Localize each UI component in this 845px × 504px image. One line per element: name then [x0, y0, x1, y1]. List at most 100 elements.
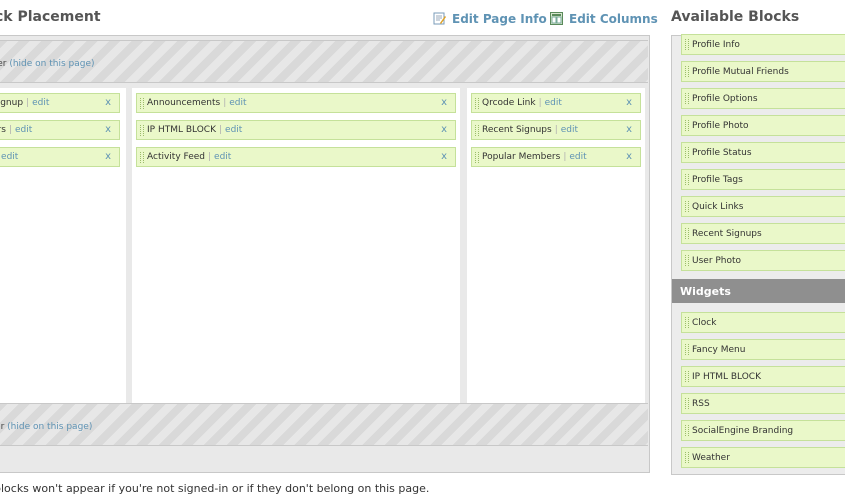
- available-block-user-photo[interactable]: User Photo: [681, 250, 845, 271]
- block-activity-feed[interactable]: Activity Feed | edit x: [136, 147, 456, 167]
- right-column: Qrcode Link | edit x Recent Signups | edit x…: [467, 88, 645, 431]
- help-note: blocks won't appear if you're not signed…: [0, 482, 430, 495]
- available-block-label: Recent Signups: [692, 229, 762, 239]
- block-remove-button[interactable]: x: [626, 97, 632, 108]
- available-block-socialengine-branding[interactable]: SocialEngine Branding: [681, 420, 845, 441]
- block-ip-html[interactable]: IP HTML BLOCK | edit x: [136, 120, 456, 140]
- block-edit-link[interactable]: edit: [225, 125, 242, 135]
- footer-hide-link[interactable]: (hide on this page): [7, 422, 92, 432]
- block-remove-button[interactable]: x: [441, 124, 447, 135]
- block-name: Activity Feed: [147, 152, 205, 162]
- drag-handle[interactable]: [685, 371, 689, 382]
- block-edit-link[interactable]: edit: [229, 98, 246, 108]
- page-title: ck Placement: [0, 9, 101, 25]
- available-block-clock[interactable]: Clock: [681, 312, 845, 333]
- drag-handle[interactable]: [685, 66, 689, 77]
- drag-handle[interactable]: [685, 174, 689, 185]
- header-hide-link[interactable]: (hide on this page): [9, 59, 94, 69]
- available-block-label: Profile Info: [692, 40, 740, 50]
- available-blocks-title: Available Blocks: [671, 9, 800, 25]
- available-block-profile-tags[interactable]: Profile Tags: [681, 169, 845, 190]
- footer-band-label: oter (hide on this page): [0, 422, 92, 432]
- block-name: Recent Signups: [482, 125, 552, 135]
- block-qrcode-link[interactable]: Qrcode Link | edit x: [471, 93, 641, 113]
- drag-handle[interactable]: [685, 228, 689, 239]
- drag-handle[interactable]: [685, 39, 689, 50]
- available-block-label: Profile Status: [692, 148, 752, 158]
- block-remove-button[interactable]: x: [105, 124, 111, 135]
- block-remove-button[interactable]: x: [441, 151, 447, 162]
- block-name: IP HTML BLOCK: [147, 125, 216, 135]
- available-block-label: User Photo: [692, 256, 742, 266]
- available-block-fancy-menu[interactable]: Fancy Menu: [681, 339, 845, 360]
- block-edit-link[interactable]: edit: [545, 98, 562, 108]
- drag-handle[interactable]: [685, 255, 689, 266]
- available-block-recent-signups[interactable]: Recent Signups: [681, 223, 845, 244]
- drag-handle[interactable]: [685, 425, 689, 436]
- middle-column: Announcements | edit x IP HTML BLOCK | edit …: [132, 88, 460, 431]
- block-name: Announcements: [147, 98, 221, 108]
- block-popular-members[interactable]: Popular Members | edit x: [471, 147, 641, 167]
- block-edit-link[interactable]: edit: [15, 125, 32, 135]
- available-block-profile-photo[interactable]: Profile Photo: [681, 115, 845, 136]
- edit-page-icon: [433, 12, 446, 25]
- drag-handle[interactable]: [685, 398, 689, 409]
- edit-page-info-link[interactable]: Edit Page Info: [433, 12, 547, 26]
- block-name: Popular Members: [482, 152, 561, 162]
- block-remove-button[interactable]: x: [105, 151, 111, 162]
- block-name: Qrcode Link: [482, 98, 536, 108]
- available-block-quick-links[interactable]: Quick Links: [681, 196, 845, 217]
- available-block-ip-html[interactable]: IP HTML BLOCK: [681, 366, 845, 387]
- drag-handle[interactable]: [140, 152, 144, 163]
- drag-handle[interactable]: [685, 93, 689, 104]
- block-name: Signup: [0, 98, 24, 108]
- block-edit-link[interactable]: edit: [1, 152, 18, 162]
- available-block-profile-status[interactable]: Profile Status: [681, 142, 845, 163]
- available-block-label: Quick Links: [692, 202, 744, 212]
- available-block-label: Fancy Menu: [692, 345, 746, 355]
- layout-editor: ader (hide on this page) Signup|edit x e…: [0, 35, 650, 473]
- widgets-group-header[interactable]: Widgets: [672, 279, 845, 303]
- drag-handle[interactable]: [685, 317, 689, 328]
- block-name: ers: [0, 125, 6, 135]
- drag-handle[interactable]: [140, 125, 144, 136]
- drag-handle[interactable]: [685, 147, 689, 158]
- available-blocks-panel: Profile Info Profile Mutual Friends Prof…: [671, 34, 845, 475]
- available-block-profile-options[interactable]: Profile Options: [681, 88, 845, 109]
- edit-page-info-label[interactable]: Edit Page Info: [452, 12, 547, 26]
- available-block-label: Weather: [692, 453, 730, 463]
- block-remove-button[interactable]: x: [105, 97, 111, 108]
- drag-handle[interactable]: [685, 452, 689, 463]
- footer-band[interactable]: oter (hide on this page): [0, 403, 648, 446]
- block-edit-link[interactable]: edit: [214, 152, 231, 162]
- edit-columns-label[interactable]: Edit Columns: [569, 12, 658, 26]
- block-remove-button[interactable]: x: [441, 97, 447, 108]
- drag-handle[interactable]: [475, 152, 479, 163]
- drag-handle[interactable]: [685, 201, 689, 212]
- block-edit-link[interactable]: edit: [561, 125, 578, 135]
- block-remove-button[interactable]: x: [626, 124, 632, 135]
- drag-handle[interactable]: [140, 98, 144, 109]
- block-remove-button[interactable]: x: [626, 151, 632, 162]
- block-members[interactable]: ers|edit x: [0, 120, 120, 140]
- available-block-rss[interactable]: RSS: [681, 393, 845, 414]
- drag-handle[interactable]: [685, 344, 689, 355]
- drag-handle[interactable]: [475, 98, 479, 109]
- block-signup[interactable]: Signup|edit x: [0, 93, 120, 113]
- available-block-label: Clock: [692, 318, 717, 328]
- block-announcements[interactable]: Announcements | edit x: [136, 93, 456, 113]
- drag-handle[interactable]: [685, 120, 689, 131]
- header-band[interactable]: ader (hide on this page): [0, 40, 648, 83]
- block-unnamed[interactable]: |edit x: [0, 147, 120, 167]
- block-recent-signups[interactable]: Recent Signups | edit x: [471, 120, 641, 140]
- block-edit-link[interactable]: edit: [569, 152, 586, 162]
- available-block-label: Profile Photo: [692, 121, 749, 131]
- edit-columns-link[interactable]: Edit Columns: [550, 12, 658, 26]
- available-block-label: SocialEngine Branding: [692, 426, 794, 436]
- available-block-weather[interactable]: Weather: [681, 447, 845, 468]
- block-edit-link[interactable]: edit: [32, 98, 49, 108]
- drag-handle[interactable]: [475, 125, 479, 136]
- available-block-profile-mutual-friends[interactable]: Profile Mutual Friends: [681, 61, 845, 82]
- footer-band-text: oter: [0, 422, 5, 432]
- available-block-profile-info[interactable]: Profile Info: [681, 34, 845, 55]
